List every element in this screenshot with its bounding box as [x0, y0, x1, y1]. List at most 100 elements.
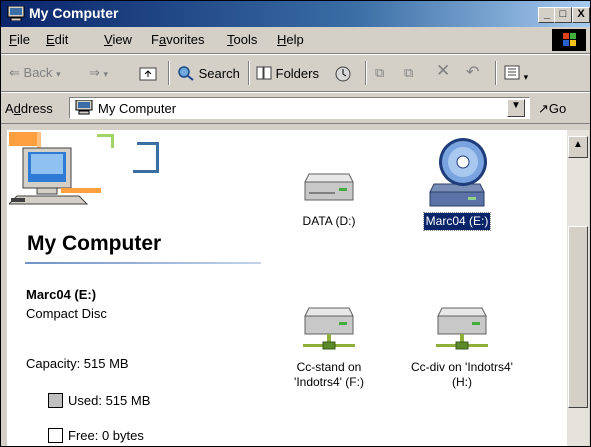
arrow-up-icon: ▲ — [573, 139, 583, 150]
back-arrow-icon: ⇐ — [9, 65, 20, 80]
chevron-down-icon: ▼ — [511, 100, 521, 111]
close-button[interactable]: X — [572, 7, 590, 23]
delete-x-icon: ✕ — [436, 61, 451, 80]
label-line1: Cc-div on 'Indotrs4' — [411, 360, 513, 374]
menu-tools-rest: ools — [233, 32, 258, 47]
back-button[interactable]: ⇐ Back ▾ — [9, 65, 61, 81]
menu-edit-rest: dit — [54, 32, 69, 47]
menu-favorites-pre: F — [151, 32, 159, 47]
folders-icon — [256, 66, 272, 80]
toolbar-separator — [495, 61, 497, 85]
address-label-rest: dress — [20, 101, 53, 116]
scroll-thumb[interactable] — [568, 226, 588, 408]
label-line2: (H:) — [452, 375, 472, 389]
network-drive-icon — [303, 307, 355, 350]
windows-logo-icon — [552, 29, 586, 51]
folders-label: Folders — [275, 66, 319, 81]
forward-dropdown-icon: ▾ — [103, 69, 109, 79]
menu-favorites-rest: vorites — [166, 32, 205, 47]
drive-marc04-e[interactable]: Marc04 (E:) — [407, 132, 507, 231]
my-computer-illustration-icon — [9, 132, 159, 205]
address-dropdown-button[interactable]: ▼ — [507, 99, 525, 117]
menu-edit[interactable]: Edit — [46, 32, 68, 47]
toolbar-separator — [365, 61, 367, 85]
menu-file-accel: F — [9, 32, 17, 47]
menu-file[interactable]: File — [9, 32, 30, 47]
menu-view[interactable]: View — [104, 32, 132, 47]
menu-favorites[interactable]: Favorites — [151, 32, 204, 47]
menu-view-rest: iew — [112, 32, 132, 47]
selected-item-type: Compact Disc — [26, 306, 107, 321]
panel-title: My Computer — [27, 232, 162, 255]
network-drive-label: Cc-stand on 'Indotrs4' (F:) — [292, 359, 366, 391]
copy-to-button[interactable]: ⧉ — [404, 65, 413, 81]
search-icon — [178, 66, 194, 81]
undo-button[interactable]: ↶ — [466, 62, 479, 82]
views-dropdown-icon: ▾ — [523, 72, 529, 82]
folders-button[interactable]: Folders — [256, 65, 319, 81]
drive-data-d[interactable]: DATA (D:) — [279, 160, 379, 230]
menu-file-rest: ile — [16, 32, 30, 47]
drive-label: Marc04 (E:) — [422, 212, 492, 231]
window-title: My Computer — [29, 5, 119, 21]
network-drive-h[interactable]: Cc-div on 'Indotrs4' (H:) — [397, 302, 527, 391]
up-folder-button[interactable] — [139, 65, 157, 84]
network-drive-f[interactable]: Cc-stand on 'Indotrs4' (F:) — [269, 302, 389, 391]
back-label: Back — [23, 65, 53, 80]
computer-icon — [7, 6, 25, 21]
computer-icon — [75, 100, 93, 115]
windows-flag-icon — [563, 33, 576, 46]
maximize-button[interactable]: □ — [554, 7, 572, 23]
move-to-button[interactable]: ⧉ — [375, 65, 384, 81]
drive-label: DATA (D:) — [302, 214, 356, 228]
menu-help-accel: H — [277, 32, 287, 47]
capacity-text: Capacity: 515 MB — [26, 356, 129, 371]
vertical-scrollbar[interactable]: ▲ — [567, 130, 589, 446]
go-button[interactable]: ↗Go — [538, 101, 566, 117]
address-label-accel: d — [13, 101, 21, 116]
go-arrow-icon: ↗ — [538, 101, 549, 116]
search-button[interactable]: Search — [177, 65, 240, 81]
scroll-up-button[interactable]: ▲ — [568, 136, 588, 158]
free-legend-swatch — [48, 428, 63, 443]
history-button[interactable] — [334, 65, 352, 86]
views-grid-icon — [504, 65, 520, 80]
forward-arrow-icon: ⇒ — [89, 65, 100, 80]
menu-help-rest: elp — [286, 32, 304, 47]
network-drive-label: Cc-div on 'Indotrs4' (H:) — [409, 359, 515, 391]
folder-content-area: My Computer Marc04 (E:) Compact Disc Cap… — [7, 130, 567, 446]
address-input[interactable]: My Computer ▼ — [69, 97, 530, 119]
my-computer-window: My Computer _ □ X File Edit View Favorit… — [0, 0, 591, 447]
hard-drive-icon — [304, 173, 354, 201]
delete-button[interactable]: ✕ — [436, 61, 450, 81]
history-icon — [335, 66, 351, 82]
search-label: Search — [198, 66, 240, 81]
title-underline — [25, 262, 261, 264]
selected-item-name: Marc04 (E:) — [26, 287, 97, 302]
used-space-text: Used: 515 MB — [68, 393, 151, 408]
forward-button[interactable]: ⇒ ▾ — [89, 65, 108, 81]
web-view-panel: My Computer Marc04 (E:) Compact Disc Cap… — [7, 130, 263, 446]
label-line2: 'Indotrs4' (F:) — [294, 375, 364, 389]
menu-edit-accel: E — [46, 32, 55, 47]
copy-to-icon: ⧉ — [404, 65, 414, 80]
toolbar-separator — [168, 61, 170, 85]
menu-help[interactable]: Help — [277, 32, 304, 47]
address-value: My Computer — [98, 101, 177, 116]
go-label: Go — [548, 101, 567, 116]
cd-drive-icon — [429, 138, 487, 207]
title-bar[interactable]: My Computer _ □ X — [1, 1, 590, 27]
standard-toolbar: ⇐ Back ▾ ⇒ ▾ Search Folders ⧉ ⧉ ✕ ↶ ▾ — [1, 54, 590, 92]
used-legend-swatch — [48, 393, 63, 408]
address-label: Address — [5, 101, 53, 116]
views-button[interactable]: ▾ — [504, 65, 528, 83]
address-label-pre: A — [5, 101, 14, 116]
toolbar-separator — [248, 61, 250, 85]
address-bar: Address My Computer ▼ ↗Go — [1, 92, 590, 124]
menu-tools[interactable]: Tools — [227, 32, 257, 47]
free-space-text: Free: 0 bytes — [68, 428, 144, 443]
back-dropdown-icon: ▾ — [56, 69, 61, 79]
move-to-icon: ⧉ — [375, 65, 385, 80]
label-line1: Cc-stand on — [296, 360, 362, 374]
network-drive-icon — [436, 307, 488, 350]
